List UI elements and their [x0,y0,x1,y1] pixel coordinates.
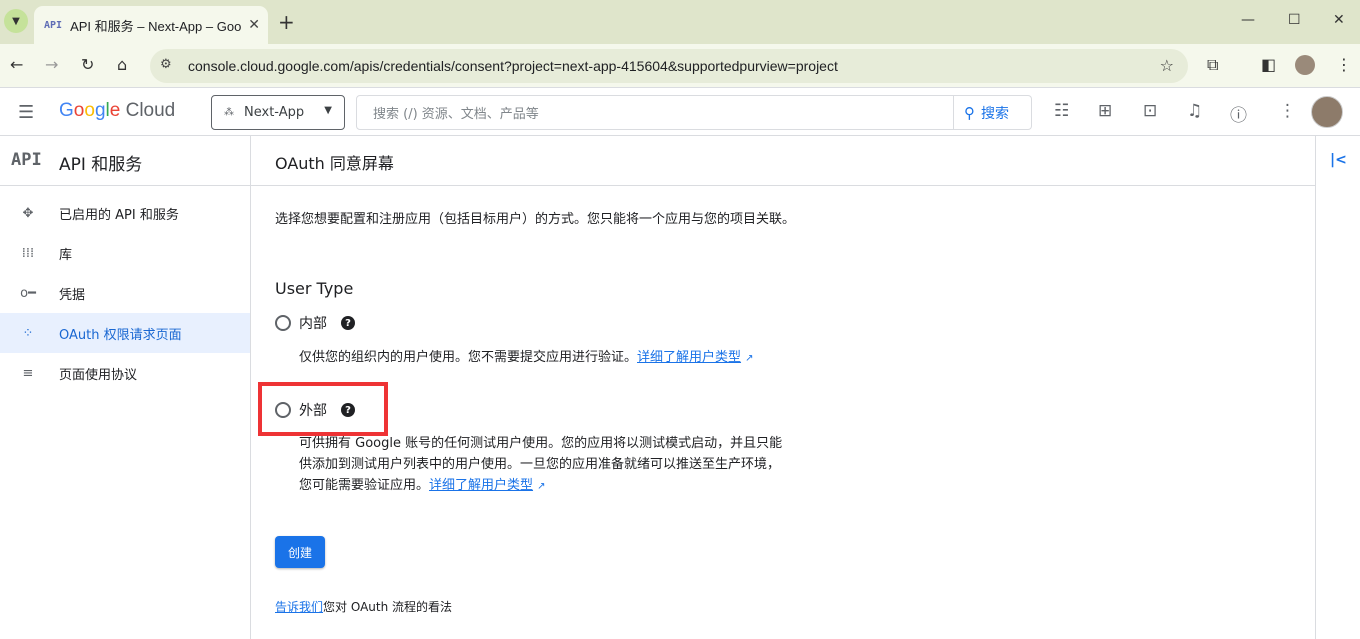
account-avatar[interactable] [1311,96,1343,128]
page-title: OAuth 同意屏幕 [275,154,394,173]
sidebar-item-label: 页面使用协议 [59,367,138,383]
sidebar-item-label: 已启用的 API 和服务 [59,207,179,223]
sidebar-title: API 和服务 [59,155,143,175]
collapse-panel-icon[interactable]: |< [1330,152,1347,168]
sidebar-item-library[interactable]: ⁞⁞⁞ 库 [0,233,250,273]
api-favicon-icon: API [44,19,63,31]
sidebar-item-credentials[interactable]: o━ 凭据 [0,273,250,313]
intro-text: 选择您想要配置和注册应用（包括目标用户）的方式。您只能将一个应用与您的项目关联。 [275,212,796,227]
radio-internal-row[interactable]: 内部 ? [275,313,355,333]
sidebar: API API 和服务 ✥ 已启用的 API 和服务 ⁞⁞⁞ 库 o━ 凭据 ⁘… [0,136,251,639]
browser-tab-strip: ▼ API API 和服务 – Next-App – Goo ✕ + — ☐ ✕ [0,0,1360,44]
internal-description: 仅供您的组织内的用户使用。您不需要提交应用进行验证。详细了解用户类型 ↗ [299,350,754,365]
tab-search-button[interactable]: ▼ [4,9,28,33]
cloud-shell-icon[interactable]: ⊡ [1143,101,1157,121]
search-button[interactable]: ⚲ 搜索 [954,95,1032,130]
library-icon: ⁞⁞⁞ [21,245,35,261]
annotation-highlight-box [258,382,388,436]
external-description: 可供拥有 Google 账号的任何测试用户使用。您的应用将以测试模式启动，并且只… [299,436,783,493]
back-icon[interactable]: ← [10,55,23,74]
project-selector[interactable]: ⁂ Next-App ▼ [211,95,345,130]
user-type-heading: User Type [275,279,354,298]
browser-menu-icon[interactable]: ⋮ [1336,55,1352,74]
learn-more-user-type-link[interactable]: 详细了解用户类型 [429,478,533,493]
api-icon: API [11,150,42,170]
tab-title: API 和服务 – Next-App – Goo [70,18,242,34]
google-cloud-logo[interactable]: Google Cloud [59,100,175,122]
browser-profile-avatar[interactable] [1295,55,1315,75]
settings-list-icon: ≡ [22,365,34,381]
caret-down-icon: ▼ [324,105,332,116]
create-button[interactable]: 创建 [275,536,325,568]
chevron-down-icon: ▼ [12,15,20,27]
close-window-icon[interactable]: ✕ [1333,12,1345,28]
omnibox[interactable]: ⚙ console.cloud.google.com/apis/credenti… [150,49,1188,83]
sidebar-item-enabled-apis[interactable]: ✥ 已启用的 API 和服务 [0,193,250,233]
more-options-icon[interactable]: ⋮ [1279,101,1296,121]
url-text[interactable]: console.cloud.google.com/apis/credential… [188,58,838,74]
consent-icon: ⁘ [22,325,34,341]
main-content: OAuth 同意屏幕 选择您想要配置和注册应用（包括目标用户）的方式。您只能将一… [251,136,1315,639]
site-info-icon[interactable]: ⚙ [160,57,172,72]
sidebar-item-label: 库 [59,247,73,263]
browser-toolbar: ← → ↻ ⌂ ⚙ console.cloud.google.com/apis/… [0,44,1360,88]
side-panel-icon[interactable]: ◧ [1261,55,1276,74]
help-circle-icon[interactable]: ? [341,316,355,330]
right-rail: |< [1315,136,1360,639]
external-link-icon: ↗ [745,353,754,364]
sidebar-header: API API 和服务 [0,136,250,186]
bookmark-star-icon[interactable]: ☆ [1160,56,1174,75]
reload-icon[interactable]: ↻ [81,55,94,74]
minimize-icon[interactable]: — [1241,12,1255,28]
forward-icon[interactable]: → [45,55,58,74]
release-notes-icon[interactable]: ☷ [1054,101,1069,121]
console-header: ☰ Google Cloud ⁂ Next-App ▼ 搜索 (/) 资源、文档… [0,88,1360,136]
search-input[interactable]: 搜索 (/) 资源、文档、产品等 [356,95,954,130]
learn-more-user-type-link[interactable]: 详细了解用户类型 [637,350,741,365]
search-button-label: 搜索 [981,105,1009,122]
radio-internal-label[interactable]: 内部 [299,313,327,333]
project-name: Next-App [244,105,305,120]
search-placeholder: 搜索 (/) 资源、文档、产品等 [373,107,539,122]
sidebar-item-oauth-consent[interactable]: ⁘ OAuth 权限请求页面 [0,313,250,353]
new-tab-icon[interactable]: + [278,10,295,34]
main-header: OAuth 同意屏幕 [251,136,1315,186]
feedback-link[interactable]: 告诉我们 [275,600,323,614]
sidebar-item-page-usage-agreement[interactable]: ≡ 页面使用协议 [0,353,250,393]
sidebar-item-label: OAuth 权限请求页面 [59,327,182,343]
feedback-footer: 告诉我们您对 OAuth 流程的看法 [275,600,453,614]
api-icon: ✥ [22,205,34,221]
notifications-bell-icon[interactable]: ♫ [1187,101,1202,121]
key-icon: o━ [20,285,36,301]
external-link-icon: ↗ [537,481,546,492]
close-tab-icon[interactable]: ✕ [248,17,260,33]
maximize-icon[interactable]: ☐ [1288,12,1301,28]
browser-tab[interactable]: API API 和服务 – Next-App – Goo ✕ [34,6,268,44]
hamburger-menu-icon[interactable]: ☰ [18,102,34,123]
radio-internal[interactable] [275,315,291,331]
help-icon[interactable]: ⓘ [1230,101,1247,126]
extensions-icon[interactable]: ⧉ [1207,55,1218,75]
home-icon[interactable]: ⌂ [117,55,127,74]
project-dots-icon: ⁂ [224,107,234,118]
gift-icon[interactable]: ⊞ [1098,101,1112,121]
sidebar-item-label: 凭据 [59,287,86,303]
search-icon: ⚲ [964,103,975,122]
